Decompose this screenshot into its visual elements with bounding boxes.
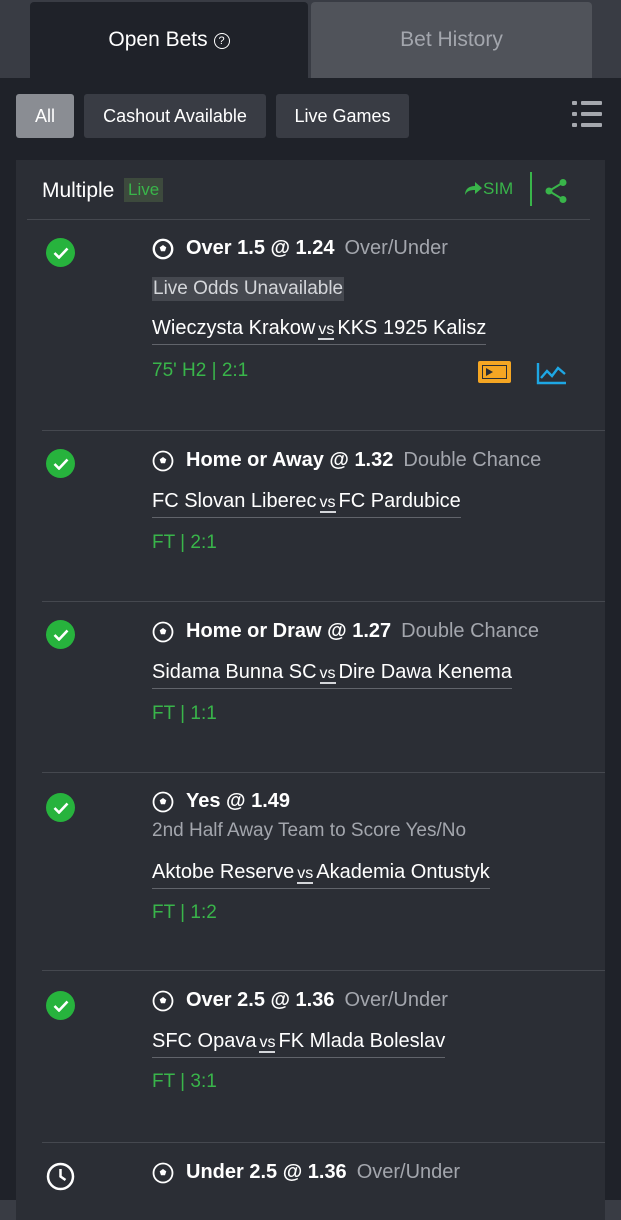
match-link[interactable]: FC Slovan Liberec vs FC Pardubice: [152, 490, 461, 518]
soccer-ball-icon: [152, 621, 174, 642]
header-divider: [530, 172, 532, 206]
bet-leg: Home or Away @ 1.32 Double Chance FC Slo…: [16, 431, 605, 601]
match-link[interactable]: SFC Opava vs FK Mlada Boleslav: [152, 1030, 446, 1058]
tab-bet-history-label: Bet History: [400, 28, 503, 51]
selection-text: Over 2.5 @ 1.36: [186, 989, 335, 1011]
check-icon: [46, 238, 75, 267]
sim-button[interactable]: SIM: [463, 179, 513, 199]
score: 1:1: [190, 703, 217, 724]
soccer-ball-icon: [152, 238, 174, 259]
check-icon: [46, 449, 75, 478]
home-team: Aktobe Reserve: [152, 861, 295, 883]
bet-card: Multiple Live SIM Over 1.5 @ 1.24 Over/U…: [16, 160, 605, 1220]
selection-line: Yes @ 1.49: [152, 790, 290, 813]
open-bets-panel: All Cashout Available Live Games Multipl…: [0, 78, 621, 1220]
market-text: Double Chance: [401, 620, 540, 642]
bet-card-header: Multiple Live SIM: [16, 160, 605, 218]
away-team: KKS 1925 Kalisz: [337, 317, 487, 339]
filter-live-games-button[interactable]: Live Games: [276, 94, 409, 138]
selection-line: Over 2.5 @ 1.36 Over/Under: [152, 989, 448, 1012]
home-team: Wieczysta Krakow: [152, 317, 316, 339]
vs-label: vs: [319, 665, 336, 684]
market-text: Over/Under: [344, 237, 448, 259]
bet-tabs: Open Bets ? Bet History: [0, 0, 621, 78]
selection-text: Home or Draw @ 1.27: [186, 620, 392, 642]
list-menu-icon[interactable]: [572, 100, 602, 130]
match-status: FT | 1:1: [152, 703, 217, 725]
soccer-ball-icon: [152, 791, 174, 812]
match-status: FT | 3:1: [152, 1071, 217, 1093]
filter-cashout-button[interactable]: Cashout Available: [84, 94, 266, 138]
vs-label: vs: [259, 1034, 276, 1053]
selection-line: Under 2.5 @ 1.36 Over/Under: [152, 1161, 460, 1184]
bet-leg: Yes @ 1.49 2nd Half Away Team to Score Y…: [16, 773, 605, 970]
soccer-ball-icon: [152, 450, 174, 471]
home-team: FC Slovan Liberec: [152, 490, 317, 512]
selection-text: Home or Away @ 1.32: [186, 449, 394, 471]
vs-label: vs: [318, 321, 335, 340]
score: 1:2: [190, 902, 217, 923]
status-prefix: FT |: [152, 902, 191, 923]
check-icon: [46, 620, 75, 649]
vs-label: vs: [297, 865, 314, 884]
forward-arrow-icon: [465, 182, 482, 195]
check-icon: [46, 793, 75, 822]
live-stream-icon[interactable]: [478, 361, 511, 383]
clock-icon: [46, 1162, 75, 1191]
live-badge: Live: [124, 178, 164, 202]
soccer-ball-icon: [152, 1162, 174, 1183]
status-prefix: FT |: [152, 1071, 191, 1092]
score: 3:1: [190, 1071, 217, 1092]
selection-text: Over 1.5 @ 1.24: [186, 237, 335, 259]
check-icon: [46, 991, 75, 1020]
share-icon[interactable]: [544, 178, 568, 204]
match-link[interactable]: Aktobe Reserve vs Akademia Ontustyk: [152, 861, 490, 889]
vs-label: vs: [319, 494, 336, 513]
sim-label: SIM: [483, 179, 514, 198]
selection-line: Over 1.5 @ 1.24 Over/Under: [152, 237, 448, 260]
bet-leg: Under 2.5 @ 1.36 Over/Under: [16, 1143, 605, 1220]
market-text: 2nd Half Away Team to Score Yes/No: [152, 820, 467, 841]
bet-type-label: Multiple: [42, 179, 115, 202]
status-prefix: FT |: [152, 703, 191, 724]
match-link[interactable]: Sidama Bunna SC vs Dire Dawa Kenema: [152, 661, 512, 689]
away-team: FC Pardubice: [338, 490, 461, 512]
away-team: FK Mlada Boleslav: [278, 1030, 446, 1052]
score: 2:1: [190, 532, 217, 553]
match-link[interactable]: Wieczysta Krakow vs KKS 1925 Kalisz: [152, 317, 487, 345]
selection-text: Yes @ 1.49: [186, 790, 291, 812]
away-team: Akademia Ontustyk: [316, 861, 490, 883]
market-text: Over/Under: [344, 989, 448, 1011]
odds-unavailable-note: Live Odds Unavailable: [152, 277, 345, 301]
filter-all-button[interactable]: All: [16, 94, 74, 138]
leg-actions: [16, 361, 605, 387]
selection-line: Home or Away @ 1.32 Double Chance: [152, 449, 541, 472]
soccer-ball-icon: [152, 990, 174, 1011]
away-team: Dire Dawa Kenema: [338, 661, 512, 683]
bet-leg: Home or Draw @ 1.27 Double Chance Sidama…: [16, 602, 605, 772]
bet-leg: Over 2.5 @ 1.36 Over/Under SFC Opava vs FK…: [16, 971, 605, 1142]
status-prefix: FT |: [152, 532, 191, 553]
match-status: FT | 2:1: [152, 532, 217, 554]
selection-text: Under 2.5 @ 1.36: [186, 1161, 347, 1183]
match-status: FT | 1:2: [152, 902, 217, 924]
tab-open-bets-label: Open Bets: [108, 28, 208, 51]
market-text: Over/Under: [356, 1161, 461, 1183]
tab-open-bets[interactable]: Open Bets ?: [30, 2, 308, 78]
bet-leg: Over 1.5 @ 1.24 Over/Under Live Odds Una…: [16, 220, 605, 432]
tab-bet-history[interactable]: Bet History: [311, 2, 592, 78]
market-text: Double Chance: [403, 449, 542, 471]
home-team: SFC Opava: [152, 1030, 257, 1052]
selection-line: Home or Draw @ 1.27 Double Chance: [152, 620, 539, 643]
stats-chart-icon[interactable]: [536, 361, 567, 385]
home-team: Sidama Bunna SC: [152, 661, 317, 683]
help-icon[interactable]: ?: [213, 33, 230, 49]
